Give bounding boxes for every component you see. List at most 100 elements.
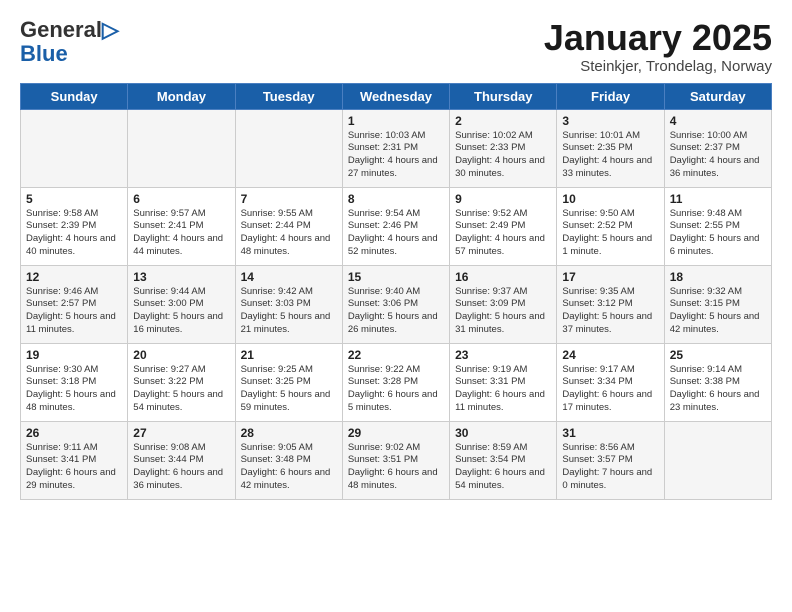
calendar-cell: 10 Sunrise: 9:50 AM Sunset: 2:52 PM Dayli…: [557, 187, 664, 265]
header-wednesday: Wednesday: [342, 83, 449, 109]
day-number: 6: [133, 192, 229, 206]
calendar-cell: 22 Sunrise: 9:22 AM Sunset: 3:28 PM Dayli…: [342, 343, 449, 421]
calendar-cell: 30 Sunrise: 8:59 AM Sunset: 3:54 PM Dayli…: [450, 421, 557, 499]
calendar-body: 1 Sunrise: 10:03 AM Sunset: 2:31 PM Dayli…: [21, 109, 772, 499]
calendar-week-5: 26 Sunrise: 9:11 AM Sunset: 3:41 PM Dayli…: [21, 421, 772, 499]
day-number: 25: [670, 348, 766, 362]
day-info: Sunrise: 9:05 AM Sunset: 3:48 PM Dayligh…: [241, 442, 337, 493]
calendar-cell: 6 Sunrise: 9:57 AM Sunset: 2:41 PM Daylig…: [128, 187, 235, 265]
day-number: 26: [26, 426, 122, 440]
title-block: January 2025 Steinkjer, Trondelag, Norwa…: [544, 18, 772, 75]
calendar-header: Sunday Monday Tuesday Wednesday Thursday…: [21, 83, 772, 109]
day-info: Sunrise: 9:02 AM Sunset: 3:51 PM Dayligh…: [348, 442, 444, 493]
day-number: 16: [455, 270, 551, 284]
day-number: 13: [133, 270, 229, 284]
day-info: Sunrise: 10:01 AM Sunset: 2:35 PM Daylig…: [562, 130, 658, 181]
day-info: Sunrise: 10:03 AM Sunset: 2:31 PM Daylig…: [348, 130, 444, 181]
calendar-cell: 9 Sunrise: 9:52 AM Sunset: 2:49 PM Daylig…: [450, 187, 557, 265]
calendar-cell: [235, 109, 342, 187]
calendar-cell: 7Sunrise: 9:55 AM Sunset: 2:44 PM Daylig…: [235, 187, 342, 265]
header-sunday: Sunday: [21, 83, 128, 109]
day-info: Sunrise: 9:17 AM Sunset: 3:34 PM Dayligh…: [562, 364, 658, 415]
day-number: 17: [562, 270, 658, 284]
calendar-cell: 3 Sunrise: 10:01 AM Sunset: 2:35 PM Dayli…: [557, 109, 664, 187]
day-number: 28: [241, 426, 337, 440]
day-info: Sunrise: 8:59 AM Sunset: 3:54 PM Dayligh…: [455, 442, 551, 493]
calendar-cell: 24 Sunrise: 9:17 AM Sunset: 3:34 PM Dayli…: [557, 343, 664, 421]
header-monday: Monday: [128, 83, 235, 109]
day-number: 7: [241, 192, 337, 206]
day-info: Sunrise: 9:54 AM Sunset: 2:46 PM Dayligh…: [348, 208, 444, 259]
calendar-cell: 18Sunrise: 9:32 AM Sunset: 3:15 PM Dayli…: [664, 265, 771, 343]
calendar-table: Sunday Monday Tuesday Wednesday Thursday…: [20, 83, 772, 500]
calendar-subtitle: Steinkjer, Trondelag, Norway: [544, 58, 772, 75]
day-info: Sunrise: 9:30 AM Sunset: 3:18 PM Dayligh…: [26, 364, 122, 415]
calendar-cell: 23Sunrise: 9:19 AM Sunset: 3:31 PM Dayli…: [450, 343, 557, 421]
day-info: Sunrise: 10:02 AM Sunset: 2:33 PM Daylig…: [455, 130, 551, 181]
day-info: Sunrise: 9:46 AM Sunset: 2:57 PM Dayligh…: [26, 286, 122, 337]
header-friday: Friday: [557, 83, 664, 109]
day-number: 14: [241, 270, 337, 284]
calendar-cell: 20Sunrise: 9:27 AM Sunset: 3:22 PM Dayli…: [128, 343, 235, 421]
calendar-week-2: 5 Sunrise: 9:58 AM Sunset: 2:39 PM Daylig…: [21, 187, 772, 265]
calendar-cell: 14 Sunrise: 9:42 AM Sunset: 3:03 PM Dayli…: [235, 265, 342, 343]
day-info: Sunrise: 10:00 AM Sunset: 2:37 PM Daylig…: [670, 130, 766, 181]
day-number: 24: [562, 348, 658, 362]
header-saturday: Saturday: [664, 83, 771, 109]
day-number: 9: [455, 192, 551, 206]
day-number: 18: [670, 270, 766, 284]
calendar-title: January 2025: [544, 18, 772, 58]
calendar-cell: 17 Sunrise: 9:35 AM Sunset: 3:12 PM Dayli…: [557, 265, 664, 343]
calendar-cell: 13 Sunrise: 9:44 AM Sunset: 3:00 PM Dayli…: [128, 265, 235, 343]
day-info: Sunrise: 9:44 AM Sunset: 3:00 PM Dayligh…: [133, 286, 229, 337]
calendar-week-3: 12 Sunrise: 9:46 AM Sunset: 2:57 PM Dayli…: [21, 265, 772, 343]
calendar-cell: [664, 421, 771, 499]
day-info: Sunrise: 9:22 AM Sunset: 3:28 PM Dayligh…: [348, 364, 444, 415]
calendar-cell: 8 Sunrise: 9:54 AM Sunset: 2:46 PM Daylig…: [342, 187, 449, 265]
day-info: Sunrise: 9:37 AM Sunset: 3:09 PM Dayligh…: [455, 286, 551, 337]
day-number: 11: [670, 192, 766, 206]
calendar-cell: 27 Sunrise: 9:08 AM Sunset: 3:44 PM Dayli…: [128, 421, 235, 499]
calendar-week-1: 1 Sunrise: 10:03 AM Sunset: 2:31 PM Dayli…: [21, 109, 772, 187]
day-number: 15: [348, 270, 444, 284]
calendar-cell: 12 Sunrise: 9:46 AM Sunset: 2:57 PM Dayli…: [21, 265, 128, 343]
day-number: 5: [26, 192, 122, 206]
logo-general: General: [20, 17, 102, 42]
day-info: Sunrise: 9:58 AM Sunset: 2:39 PM Dayligh…: [26, 208, 122, 259]
day-number: 3: [562, 114, 658, 128]
day-info: Sunrise: 9:52 AM Sunset: 2:49 PM Dayligh…: [455, 208, 551, 259]
day-info: Sunrise: 9:57 AM Sunset: 2:41 PM Dayligh…: [133, 208, 229, 259]
day-number: 1: [348, 114, 444, 128]
day-info: Sunrise: 9:11 AM Sunset: 3:41 PM Dayligh…: [26, 442, 122, 493]
day-number: 21: [241, 348, 337, 362]
day-number: 4: [670, 114, 766, 128]
day-info: Sunrise: 9:35 AM Sunset: 3:12 PM Dayligh…: [562, 286, 658, 337]
day-number: 30: [455, 426, 551, 440]
day-number: 20: [133, 348, 229, 362]
day-number: 2: [455, 114, 551, 128]
header-thursday: Thursday: [450, 83, 557, 109]
calendar-cell: 19Sunrise: 9:30 AM Sunset: 3:18 PM Dayli…: [21, 343, 128, 421]
header: General▷ Blue January 2025 Steinkjer, Tr…: [20, 18, 772, 75]
day-info: Sunrise: 9:50 AM Sunset: 2:52 PM Dayligh…: [562, 208, 658, 259]
calendar-cell: 28 Sunrise: 9:05 AM Sunset: 3:48 PM Dayli…: [235, 421, 342, 499]
day-info: Sunrise: 9:48 AM Sunset: 2:55 PM Dayligh…: [670, 208, 766, 259]
day-number: 8: [348, 192, 444, 206]
day-info: Sunrise: 9:42 AM Sunset: 3:03 PM Dayligh…: [241, 286, 337, 337]
day-number: 12: [26, 270, 122, 284]
logo-blue-text: Blue: [20, 42, 119, 66]
day-number: 31: [562, 426, 658, 440]
day-number: 29: [348, 426, 444, 440]
day-number: 22: [348, 348, 444, 362]
calendar-cell: [128, 109, 235, 187]
day-info: Sunrise: 9:19 AM Sunset: 3:31 PM Dayligh…: [455, 364, 551, 415]
day-info: Sunrise: 9:08 AM Sunset: 3:44 PM Dayligh…: [133, 442, 229, 493]
day-info: Sunrise: 8:56 AM Sunset: 3:57 PM Dayligh…: [562, 442, 658, 493]
day-number: 10: [562, 192, 658, 206]
calendar-cell: 11 Sunrise: 9:48 AM Sunset: 2:55 PM Dayli…: [664, 187, 771, 265]
calendar-cell: 4 Sunrise: 10:00 AM Sunset: 2:37 PM Dayli…: [664, 109, 771, 187]
day-number: 27: [133, 426, 229, 440]
calendar-week-4: 19Sunrise: 9:30 AM Sunset: 3:18 PM Dayli…: [21, 343, 772, 421]
calendar-cell: 15 Sunrise: 9:40 AM Sunset: 3:06 PM Dayli…: [342, 265, 449, 343]
day-info: Sunrise: 9:40 AM Sunset: 3:06 PM Dayligh…: [348, 286, 444, 337]
